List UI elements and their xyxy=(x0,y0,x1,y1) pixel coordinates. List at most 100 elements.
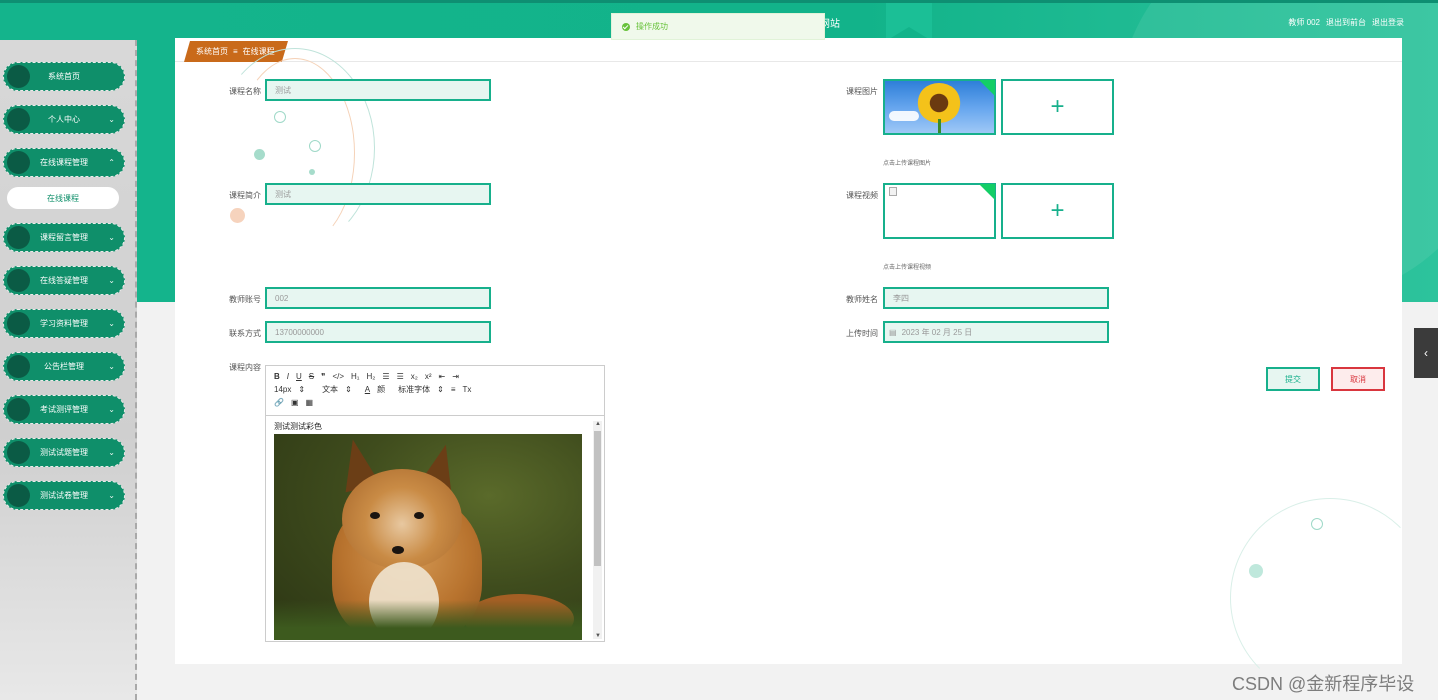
video-icon[interactable]: ▦ xyxy=(306,398,314,407)
editor-scrollbar[interactable]: ▲ ▼ xyxy=(593,421,602,639)
course-video-upload-button[interactable]: + xyxy=(1001,183,1114,239)
toolbar-row-1: B I U S ❞ </> H₁ H₂ ☰ ☰ x₂ x² ⇤ ⇥ xyxy=(274,370,596,383)
ordered-list-icon[interactable]: ☰ xyxy=(382,372,389,381)
image-icon[interactable]: ▣ xyxy=(291,398,299,407)
course-name-input[interactable]: 测试 xyxy=(265,79,491,101)
select-arrow-icon: ⇕ xyxy=(298,385,306,394)
select-arrow-icon: ⇕ xyxy=(345,385,352,394)
decorative-dot xyxy=(309,169,315,175)
header-select[interactable]: 文本 xyxy=(322,384,338,395)
watermark: CSDN @金新程序毕设 xyxy=(1232,674,1415,694)
rich-text-editor[interactable]: B I U S ❞ </> H₁ H₂ ☰ ☰ x₂ x² ⇤ ⇥ 14px ⇕… xyxy=(265,365,605,642)
course-video-hint: 点击上传课程视频 xyxy=(883,265,932,271)
sunflower-image xyxy=(885,81,994,133)
logout-link[interactable]: 退出登录 xyxy=(1372,17,1404,28)
cancel-button[interactable]: 取消 xyxy=(1331,367,1385,391)
course-video-preview[interactable] xyxy=(883,183,996,239)
sidebar-item-papers[interactable]: 测试试卷管理 ⌄ xyxy=(3,481,125,510)
font-size-select[interactable]: 14px xyxy=(274,385,291,394)
chevron-down-icon: ⌄ xyxy=(108,491,115,500)
font-color-icon[interactable]: A xyxy=(365,385,370,394)
decorative-dot xyxy=(254,149,265,160)
success-corner xyxy=(979,80,995,96)
success-check-icon xyxy=(622,22,630,31)
scroll-thumb[interactable] xyxy=(594,431,601,566)
clear-format-icon[interactable]: Tx xyxy=(462,385,471,394)
scroll-up-icon[interactable]: ▲ xyxy=(595,421,601,427)
italic-icon[interactable]: I xyxy=(287,372,289,381)
chevron-down-icon: ⌄ xyxy=(108,233,115,242)
sidebar-item-personal[interactable]: 个人中心 ⌄ xyxy=(3,105,125,134)
contact-label: 联系方式 xyxy=(229,329,261,338)
menu-dot-icon xyxy=(7,269,30,292)
course-image-label: 课程图片 xyxy=(846,87,878,96)
exit-to-frontend-link[interactable]: 退出到前台 xyxy=(1326,17,1366,28)
font-family-select[interactable]: 标准字体 xyxy=(398,384,430,395)
course-content-label: 课程内容 xyxy=(229,363,261,372)
scroll-down-icon[interactable]: ▼ xyxy=(595,633,601,639)
h2-icon[interactable]: H₂ xyxy=(367,372,376,381)
superscript-icon[interactable]: x² xyxy=(425,372,432,381)
main-form-card: 系统首页 ≡ 在线课程 课程名称 测试 课程简介 测试 教师账号 002 联系方… xyxy=(175,38,1430,698)
sidebar-subitem-online-course[interactable]: 在线课程 xyxy=(7,187,119,209)
sidebar-item-home[interactable]: 系统首页 xyxy=(3,62,125,91)
success-toast: 操作成功 xyxy=(611,13,825,40)
decorative-dot xyxy=(309,140,321,152)
menu-dot-icon xyxy=(7,484,30,507)
sidebar-item-questions[interactable]: 测试试题管理 ⌄ xyxy=(3,438,125,467)
align-icon[interactable]: ≡ xyxy=(451,385,456,394)
strike-icon[interactable]: S xyxy=(309,372,314,381)
h1-icon[interactable]: H₁ xyxy=(351,372,359,381)
toolbar-row-2: 14px ⇕ 文本 ⇕ A 颜 标准字体 ⇕ ≡ Tx xyxy=(274,383,596,396)
quote-icon[interactable]: ❞ xyxy=(321,372,325,381)
divider xyxy=(175,61,1402,62)
editor-toolbar: B I U S ❞ </> H₁ H₂ ☰ ☰ x₂ x² ⇤ ⇥ 14px ⇕… xyxy=(266,366,604,416)
select-arrow-icon: ⇕ xyxy=(437,385,444,394)
chevron-down-icon: ⌄ xyxy=(108,276,115,285)
link-icon[interactable]: 🔗 xyxy=(274,398,284,407)
collapse-panel-tab[interactable]: ‹ xyxy=(1414,328,1438,378)
bullet-list-icon[interactable]: ☰ xyxy=(397,372,404,381)
teacher-name-input[interactable]: 李四 xyxy=(883,287,1109,309)
course-intro-input[interactable]: 测试 xyxy=(265,183,491,205)
toast-message: 操作成功 xyxy=(636,22,668,31)
course-name-label: 课程名称 xyxy=(229,87,261,96)
teacher-account-input[interactable]: 002 xyxy=(265,287,491,309)
fox-image xyxy=(274,434,582,640)
teacher-name-label: 教师姓名 xyxy=(846,295,878,304)
code-icon[interactable]: </> xyxy=(332,372,344,381)
background-color-icon[interactable]: 颜 xyxy=(377,384,385,395)
sidebar: 系统首页 个人中心 ⌄ 在线课程管理 ⌃ 在线课程 课程留言管理 ⌄ 在线答疑管理 ⌄ … xyxy=(0,40,137,700)
outdent-icon[interactable]: ⇤ xyxy=(439,372,446,381)
decorative-dot xyxy=(274,111,286,123)
decorative-dot xyxy=(230,208,245,223)
sidebar-item-course-manage[interactable]: 在线课程管理 ⌃ xyxy=(3,148,125,177)
course-image-preview[interactable] xyxy=(883,79,996,135)
subscript-icon[interactable]: x₂ xyxy=(411,372,418,381)
header-links: 教师 002 退出到前台 退出登录 xyxy=(1288,17,1404,28)
chevron-down-icon: ⌄ xyxy=(108,362,115,371)
sidebar-item-notices[interactable]: 公告栏管理 ⌄ xyxy=(3,352,125,381)
sidebar-item-exams[interactable]: 考试测评管理 ⌄ xyxy=(3,395,125,424)
editor-content[interactable]: 测试测试彩色 xyxy=(274,421,594,641)
course-image-hint: 点击上传课程图片 xyxy=(883,161,932,167)
decorative-dot xyxy=(1249,564,1263,578)
menu-dot-icon xyxy=(7,226,30,249)
toolbar-row-3: 🔗 ▣ ▦ xyxy=(274,396,596,409)
breadcrumb-separator-icon: ≡ xyxy=(233,47,238,56)
indent-icon[interactable]: ⇥ xyxy=(452,372,459,381)
upload-time-input[interactable]: ▤ 2023 年 02 月 25 日 xyxy=(883,321,1109,343)
sidebar-item-materials[interactable]: 学习资料管理 ⌄ xyxy=(3,309,125,338)
underline-icon[interactable]: U xyxy=(296,372,302,381)
submit-button[interactable]: 提交 xyxy=(1266,367,1320,391)
bold-icon[interactable]: B xyxy=(274,372,280,381)
breadcrumb-home[interactable]: 系统首页 xyxy=(196,46,228,57)
sidebar-item-comments[interactable]: 课程留言管理 ⌄ xyxy=(3,223,125,252)
course-image-upload-button[interactable]: + xyxy=(1001,79,1114,135)
chevron-down-icon: ⌄ xyxy=(108,405,115,414)
menu-dot-icon xyxy=(7,312,30,335)
contact-input[interactable]: 13700000000 xyxy=(265,321,491,343)
user-label: 教师 002 xyxy=(1288,18,1320,27)
success-corner xyxy=(979,184,995,200)
sidebar-item-qa[interactable]: 在线答疑管理 ⌄ xyxy=(3,266,125,295)
